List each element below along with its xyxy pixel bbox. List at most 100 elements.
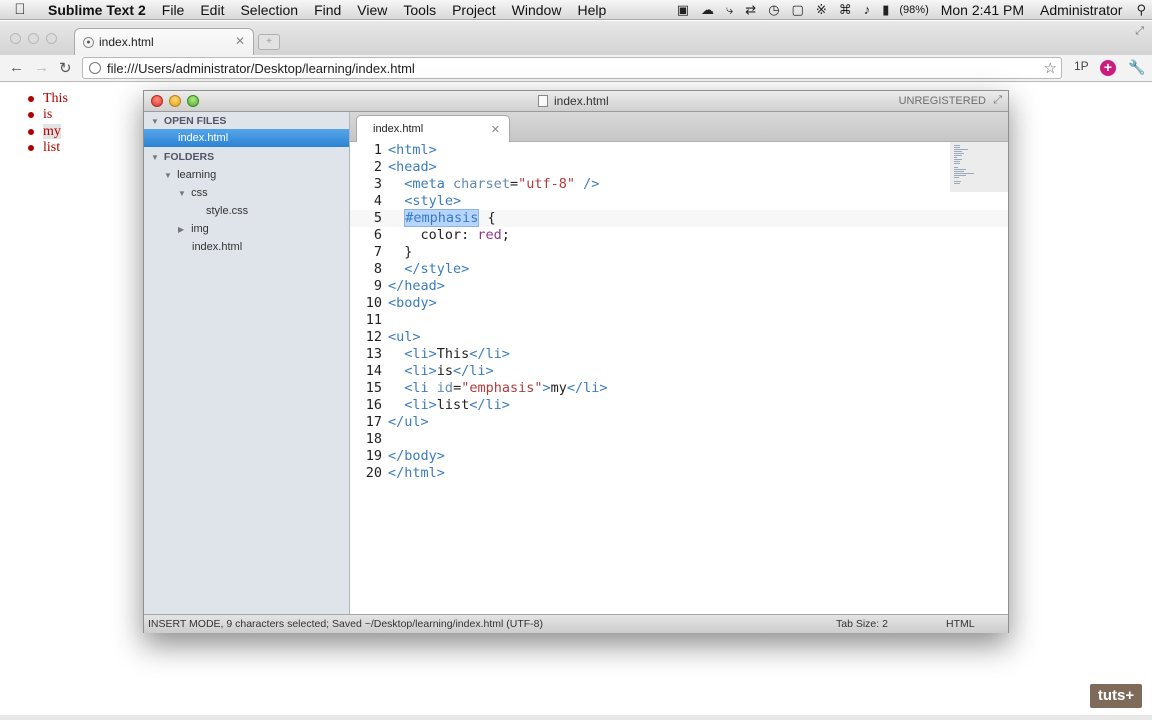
open-files-header[interactable]: ▼ OPEN FILES: [144, 112, 349, 130]
menu-help[interactable]: Help: [569, 2, 614, 18]
browser-zoom-button[interactable]: [46, 33, 57, 44]
code-line[interactable]: <li>is</li>: [388, 363, 493, 380]
code-line[interactable]: </html>: [388, 465, 445, 482]
browser-close-button[interactable]: [10, 33, 21, 44]
syntax-selector[interactable]: HTML: [946, 615, 975, 633]
line-number: 17: [365, 414, 382, 430]
code-line[interactable]: <meta charset="utf-8" />: [388, 176, 599, 193]
code-line[interactable]: <style>: [388, 193, 461, 210]
bluetooth-icon[interactable]: ※: [810, 2, 833, 18]
line-number: 16: [365, 397, 382, 413]
address-bar[interactable]: file:///Users/administrator/Desktop/lear…: [82, 57, 1062, 79]
close-window-button[interactable]: [151, 95, 163, 107]
new-tab-button[interactable]: +: [258, 34, 280, 50]
code-line[interactable]: <li id="emphasis">my</li>: [388, 380, 607, 397]
line-number: 7: [373, 244, 382, 260]
sync-icon[interactable]: ⇄: [739, 2, 762, 18]
browser-minimize-button[interactable]: [28, 33, 39, 44]
wifi-icon[interactable]: ⌘: [833, 2, 858, 18]
minimap[interactable]: [950, 142, 1008, 192]
forward-arrow-icon[interactable]: →: [34, 59, 49, 76]
status-bar: INSERT MODE, 9 characters selected; Save…: [144, 614, 1008, 633]
folder-learning[interactable]: ▼ learning: [144, 166, 349, 184]
code-line[interactable]: <head>: [388, 159, 437, 176]
cloud-icon[interactable]: ☁: [695, 2, 720, 18]
open-file-item[interactable]: index.html: [144, 129, 349, 147]
menu-tools[interactable]: Tools: [395, 2, 444, 18]
menu-edit[interactable]: Edit: [192, 2, 232, 18]
time-machine-icon[interactable]: ◷: [762, 2, 785, 18]
menu-project[interactable]: Project: [444, 2, 504, 18]
minimize-window-button[interactable]: [169, 95, 181, 107]
fullscreen-icon[interactable]: ⤢: [993, 94, 1002, 107]
line-number: 5: [373, 210, 382, 226]
code-line[interactable]: <ul>: [388, 329, 421, 346]
code-line[interactable]: </head>: [388, 278, 445, 295]
menu-app[interactable]: Sublime Text 2: [40, 2, 154, 18]
close-tab-icon[interactable]: ✕: [235, 34, 245, 48]
line-number: 4: [373, 193, 382, 209]
plus-extension-icon[interactable]: +: [1100, 60, 1116, 76]
battery-icon[interactable]: ▮: [876, 2, 895, 18]
restore-icon[interactable]: ⤢: [1135, 25, 1144, 38]
triangle-down-icon[interactable]: ▼: [151, 149, 161, 167]
line-number: 10: [365, 295, 382, 311]
triangle-down-icon[interactable]: ▼: [178, 185, 188, 203]
file-index-html[interactable]: index.html: [144, 238, 349, 256]
folder-css[interactable]: ▼ css: [144, 184, 349, 202]
url-text[interactable]: file:///Users/administrator/Desktop/lear…: [107, 61, 415, 76]
code-line[interactable]: </style>: [388, 261, 469, 278]
menu-selection[interactable]: Selection: [232, 2, 306, 18]
editor-tab[interactable]: index.html ✕: [356, 115, 510, 143]
code-line[interactable]: color: red;: [388, 227, 510, 244]
rendered-list: This is my list: [26, 90, 68, 155]
zoom-window-button[interactable]: [187, 95, 199, 107]
code-line[interactable]: <li>list</li>: [388, 397, 510, 414]
password-extension-button[interactable]: 1P: [1074, 59, 1089, 73]
menu-user[interactable]: Administrator: [1032, 2, 1130, 18]
bookmark-star-icon[interactable]: ☆: [1044, 59, 1057, 77]
lightning-icon[interactable]: ⤷: [720, 2, 739, 18]
page-info-icon[interactable]: [89, 62, 101, 74]
triangle-right-icon[interactable]: ▶: [178, 221, 188, 239]
menu-window[interactable]: Window: [504, 2, 570, 18]
code-line[interactable]: <li>This</li>: [388, 346, 510, 363]
code-line[interactable]: }: [388, 244, 412, 261]
menu-find[interactable]: Find: [306, 2, 349, 18]
code-editor[interactable]: 1 2 3 4 5 6 7 8 9 10 11 12 13 14 15 16 1…: [350, 142, 1008, 614]
camera-icon[interactable]: ▣: [671, 2, 695, 18]
apple-icon[interactable]: : [0, 1, 40, 18]
editor-tab-label: index.html: [373, 123, 424, 135]
wrench-icon[interactable]: 🔧: [1128, 59, 1145, 76]
display-icon[interactable]: ▢: [786, 2, 810, 18]
tab-size-selector[interactable]: Tab Size: 2: [836, 615, 888, 633]
file-style-css[interactable]: style.css: [144, 202, 349, 220]
document-icon: [538, 95, 548, 107]
spotlight-icon[interactable]: ⚲: [1130, 2, 1152, 18]
code-line[interactable]: </ul>: [388, 414, 429, 431]
code-line[interactable]: <html>: [388, 142, 437, 159]
folders-header[interactable]: ▼ FOLDERS: [144, 148, 349, 166]
menu-view[interactable]: View: [349, 2, 395, 18]
browser-tab[interactable]: ● index.html ✕: [74, 28, 254, 55]
menu-clock[interactable]: Mon 2:41 PM: [933, 2, 1032, 18]
menu-file[interactable]: File: [154, 2, 193, 18]
folder-img[interactable]: ▶ img: [144, 220, 349, 238]
sublime-titlebar: index.html UNREGISTERED ⤢: [144, 91, 1008, 112]
code-line[interactable]: #emphasis {: [388, 209, 496, 227]
line-number: 15: [365, 380, 382, 396]
list-item: This: [26, 90, 68, 106]
code-line[interactable]: </body>: [388, 448, 445, 465]
triangle-down-icon[interactable]: ▼: [164, 167, 174, 185]
bottom-edge: [0, 715, 1152, 720]
browser-tab-strip: ● index.html ✕ + ⤢: [0, 21, 1152, 55]
line-number: 19: [365, 448, 382, 464]
code-line[interactable]: <body>: [388, 295, 437, 312]
line-number: 18: [365, 431, 382, 447]
reload-icon[interactable]: ↻: [59, 59, 72, 77]
back-arrow-icon[interactable]: ←: [9, 59, 24, 76]
close-tab-icon[interactable]: ✕: [491, 123, 500, 136]
line-number: 6: [373, 227, 382, 243]
menu-bar:  Sublime Text 2 File Edit Selection Fin…: [0, 0, 1152, 20]
volume-icon[interactable]: ♪: [858, 2, 877, 17]
